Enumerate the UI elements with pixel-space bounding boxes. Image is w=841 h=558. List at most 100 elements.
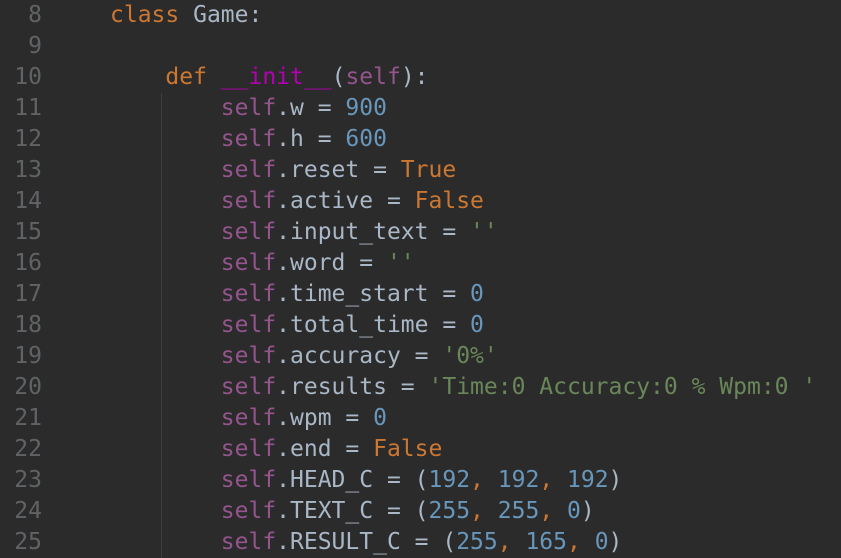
code-token: def <box>165 64 207 90</box>
code-text: self.end = False <box>110 434 443 465</box>
code-line[interactable]: 22 self.end = False <box>0 434 841 465</box>
code-text: class Game: <box>110 0 262 31</box>
code-text: self.input_text = '' <box>110 217 498 248</box>
code-token: .input_text = <box>276 219 471 245</box>
code-token: .accuracy = <box>276 343 443 369</box>
code-token: self <box>220 126 277 152</box>
code-token: False <box>373 436 443 462</box>
code-token: ): <box>400 64 429 90</box>
code-line[interactable]: 10 def __init__(self): <box>0 62 841 93</box>
code-token: Game: <box>179 2 263 28</box>
code-token: 192 <box>428 467 471 493</box>
code-token: 255 <box>428 498 471 524</box>
code-text: self.reset = True <box>110 155 456 186</box>
code-line[interactable]: 11 self.w = 900 <box>0 93 841 124</box>
code-token: , <box>539 498 567 524</box>
code-text: self.results = 'Time:0 Accuracy:0 % Wpm:… <box>110 372 816 403</box>
code-line[interactable]: 25 self.RESULT_C = (255, 165, 0) <box>0 527 841 558</box>
code-line[interactable]: 17 self.time_start = 0 <box>0 279 841 310</box>
code-token: 0 <box>373 405 387 431</box>
code-token: self <box>220 343 277 369</box>
code-line[interactable]: 19 self.accuracy = '0%' <box>0 341 841 372</box>
code-token: .reset = <box>276 157 401 183</box>
code-token: 600 <box>345 126 387 152</box>
code-token: 0 <box>470 312 484 338</box>
code-token: class <box>110 2 180 28</box>
code-token: , <box>566 529 595 555</box>
code-line[interactable]: 14 self.active = False <box>0 186 841 217</box>
code-token: self <box>220 374 277 400</box>
code-token: self <box>220 157 277 183</box>
code-token: self <box>220 188 277 214</box>
code-line[interactable]: 9 <box>0 31 841 62</box>
code-token: 0 <box>594 529 609 555</box>
line-number: 11 <box>14 95 42 121</box>
line-number: 18 <box>14 312 42 338</box>
code-editor[interactable]: 8 class Game: 9 10 def __init__(self): 11 se… <box>0 0 841 558</box>
code-token: self <box>220 219 277 245</box>
code-token: , <box>497 529 526 555</box>
code-line[interactable]: 21 self.wpm = 0 <box>0 403 841 434</box>
code-token: self <box>220 498 277 524</box>
code-token: ) <box>608 529 623 555</box>
code-token: self <box>220 250 277 276</box>
code-token: 165 <box>525 529 567 555</box>
code-token: self <box>220 436 277 462</box>
code-token: , <box>470 467 498 493</box>
code-token: self <box>220 529 277 555</box>
code-token: '' <box>470 219 498 245</box>
code-line[interactable]: 23 self.HEAD_C = (192, 192, 192) <box>0 465 841 496</box>
code-token: 900 <box>345 95 387 121</box>
code-token: .wpm = <box>276 405 374 431</box>
code-token: self <box>220 95 277 121</box>
code-line[interactable]: 20 self.results = 'Time:0 Accuracy:0 % W… <box>0 372 841 403</box>
line-number: 17 <box>14 281 42 307</box>
line-number: 21 <box>14 405 42 431</box>
code-text: self.word = '' <box>110 248 415 279</box>
code-token: .HEAD_C = ( <box>276 467 429 493</box>
code-line[interactable]: 16 self.word = '' <box>0 248 841 279</box>
code-token: 255 <box>456 529 498 555</box>
line-number: 9 <box>28 33 42 59</box>
line-number: 19 <box>14 343 42 369</box>
code-token: __init__ <box>220 64 332 90</box>
code-token: 192 <box>567 467 609 493</box>
code-token: ( <box>331 64 346 90</box>
code-line[interactable]: 12 self.h = 600 <box>0 124 841 155</box>
code-token: .active = <box>276 188 415 214</box>
code-line[interactable]: 24 self.TEXT_C = (255, 255, 0) <box>0 496 841 527</box>
code-token: .total_time = <box>276 312 471 338</box>
line-number: 20 <box>14 374 42 400</box>
code-text: self.time_start = 0 <box>110 279 484 310</box>
code-text: self.HEAD_C = (192, 192, 192) <box>110 465 623 496</box>
code-line[interactable]: 13 self.reset = True <box>0 155 841 186</box>
code-token: .RESULT_C = ( <box>276 529 457 555</box>
code-token: '' <box>386 250 415 276</box>
code-token: .results = <box>276 374 429 400</box>
code-text: self.RESULT_C = (255, 165, 0) <box>110 527 623 558</box>
code-text: self.h = 600 <box>110 124 387 155</box>
code-text: self.wpm = 0 <box>110 403 387 434</box>
code-line[interactable]: 15 self.input_text = '' <box>0 217 841 248</box>
code-text: self.w = 900 <box>110 93 387 124</box>
line-number: 14 <box>14 188 42 214</box>
line-number: 25 <box>14 529 42 555</box>
line-number: 22 <box>14 436 42 462</box>
code-line[interactable]: 18 self.total_time = 0 <box>0 310 841 341</box>
code-text: self.accuracy = '0%' <box>110 341 498 372</box>
line-number: 13 <box>14 157 42 183</box>
code-line[interactable]: 8 class Game: <box>0 0 841 31</box>
line-number: 15 <box>14 219 42 245</box>
